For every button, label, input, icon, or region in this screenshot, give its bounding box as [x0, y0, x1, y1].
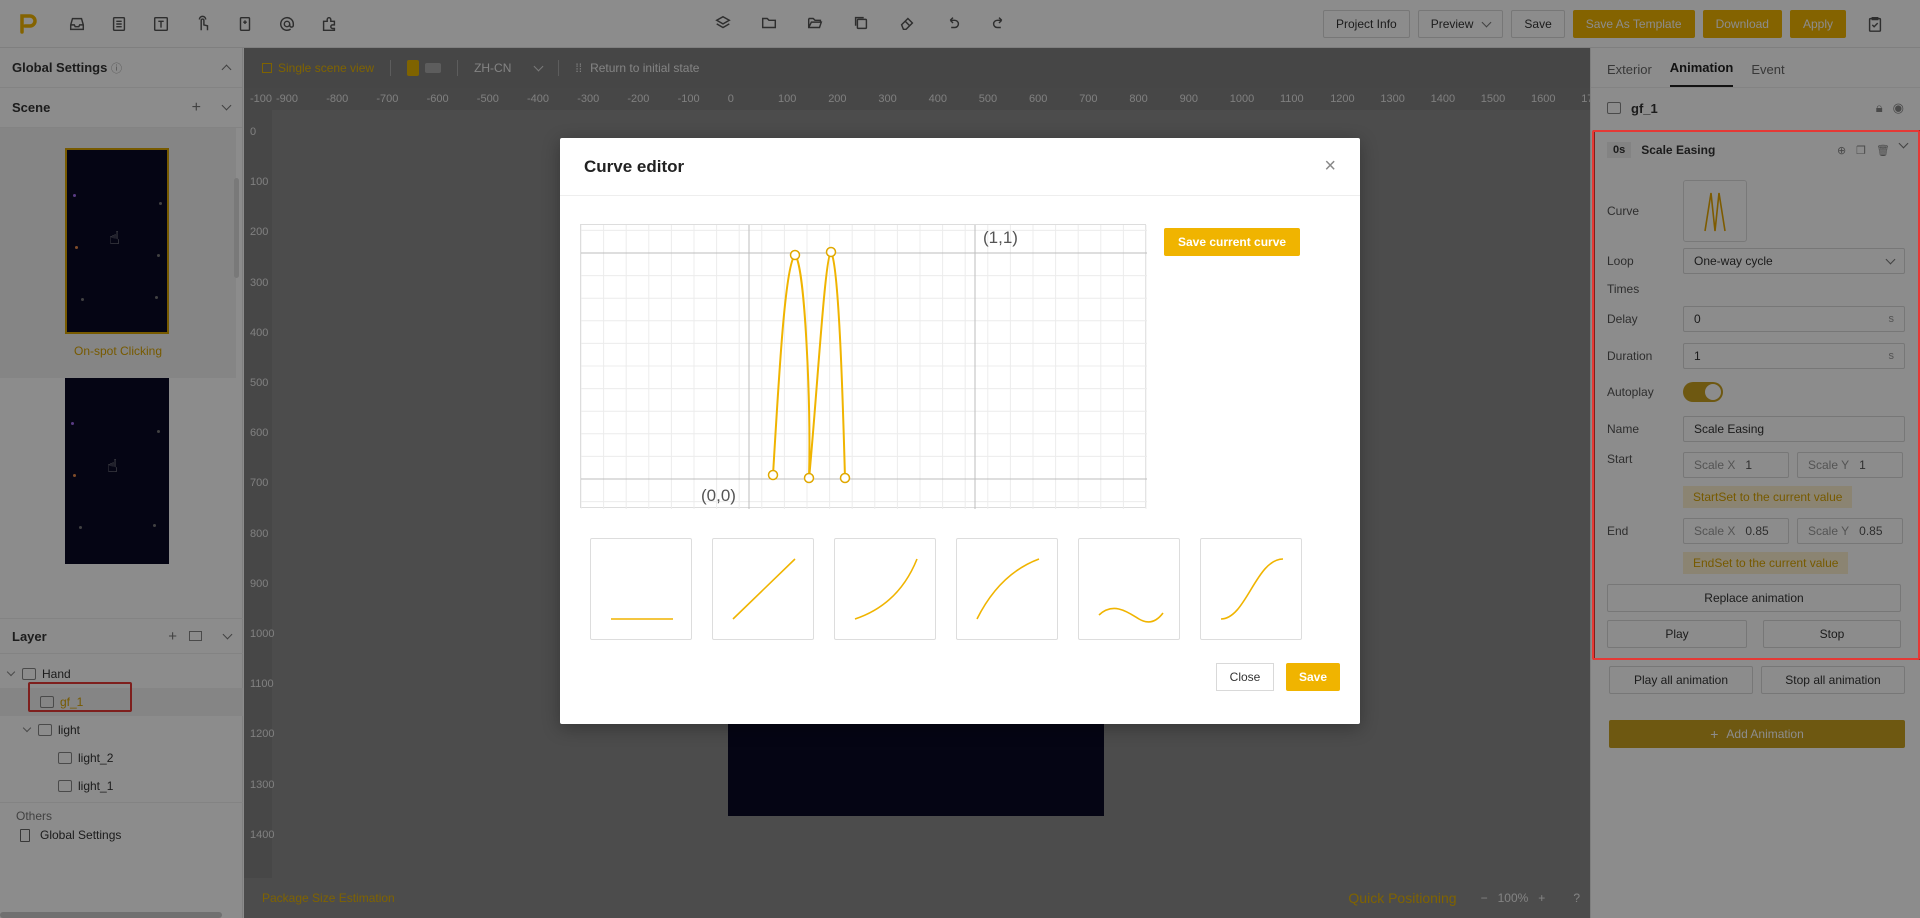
close-icon[interactable]: × [1324, 155, 1336, 178]
preset-ease-out[interactable] [956, 538, 1058, 640]
modal-close-button[interactable]: Close [1216, 663, 1274, 691]
preset-ease-in[interactable] [834, 538, 936, 640]
control-point[interactable] [825, 246, 837, 258]
preset-constant[interactable] [590, 538, 692, 640]
control-point[interactable] [789, 249, 801, 261]
control-point[interactable] [767, 469, 779, 481]
modal-header: Curve editor × [560, 138, 1360, 196]
curve-graph[interactable]: (1,1) (0,0) [580, 224, 1147, 509]
curve-graph-svg[interactable]: (1,1) (0,0) [580, 225, 1147, 509]
control-point[interactable] [839, 472, 851, 484]
control-point[interactable] [803, 472, 815, 484]
preset-wave[interactable] [1078, 538, 1180, 640]
highlight-box [1592, 130, 1920, 660]
origin-coord-label: (0,0) [701, 486, 736, 505]
end-coord-label: (1,1) [983, 228, 1018, 247]
save-current-curve-button[interactable]: Save current curve [1164, 228, 1301, 256]
modal-save-button[interactable]: Save [1286, 663, 1340, 691]
curve-editor-modal: Curve editor × (1,1) (0,0) Save current … [560, 138, 1360, 724]
preset-ease-in-out[interactable] [1200, 538, 1302, 640]
modal-title: Curve editor [584, 156, 685, 176]
curve-presets [590, 538, 1302, 640]
preset-linear[interactable] [712, 538, 814, 640]
